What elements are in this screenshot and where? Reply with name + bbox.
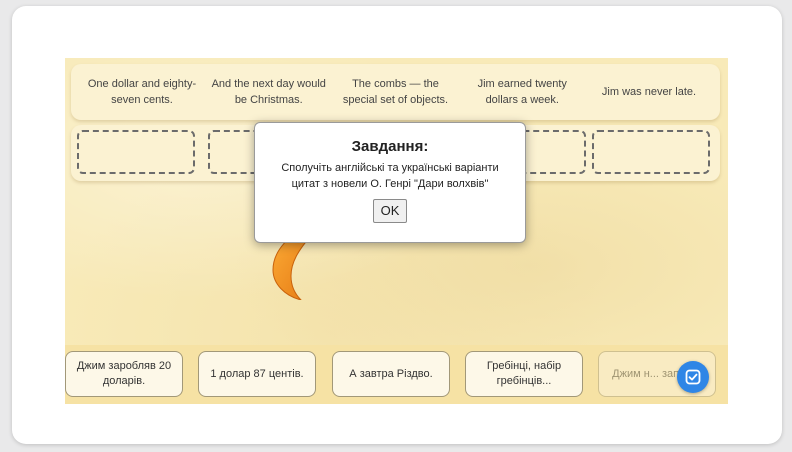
drop-slot[interactable] (592, 130, 710, 174)
answer-card[interactable]: 1 долар 87 центів. (198, 351, 316, 397)
answer-card[interactable]: А завтра Різдво. (332, 351, 450, 397)
quote-card[interactable]: Jim was never late. (590, 84, 708, 100)
answer-card[interactable]: Джим заробляв 20 доларів. (65, 351, 183, 397)
drop-slot[interactable] (77, 130, 195, 174)
dialog-title: Завдання: (351, 138, 429, 155)
answer-card[interactable]: Гребінці, набір гребінців... (465, 351, 583, 397)
ok-button[interactable]: OK (373, 199, 407, 223)
check-answer-button[interactable] (677, 361, 709, 393)
quote-card[interactable]: One dollar and eighty-seven cents. (83, 76, 201, 108)
check-square-icon (685, 369, 701, 385)
english-quotes-row: One dollar and eighty-seven cents. And t… (71, 64, 720, 120)
quote-card[interactable]: The combs — the special set of objects. (337, 76, 455, 108)
dialog-text: Сполучіть англійські та українські варіа… (281, 162, 499, 190)
ukrainian-answers-tray: Джим заробляв 20 доларів. 1 долар 87 цен… (65, 345, 728, 404)
quote-card[interactable]: Jim earned twenty dollars a week. (463, 76, 581, 108)
task-dialog: Завдання: Сполучіть англійські та україн… (254, 122, 526, 243)
quote-card[interactable]: And the next day would be Christmas. (210, 76, 328, 108)
